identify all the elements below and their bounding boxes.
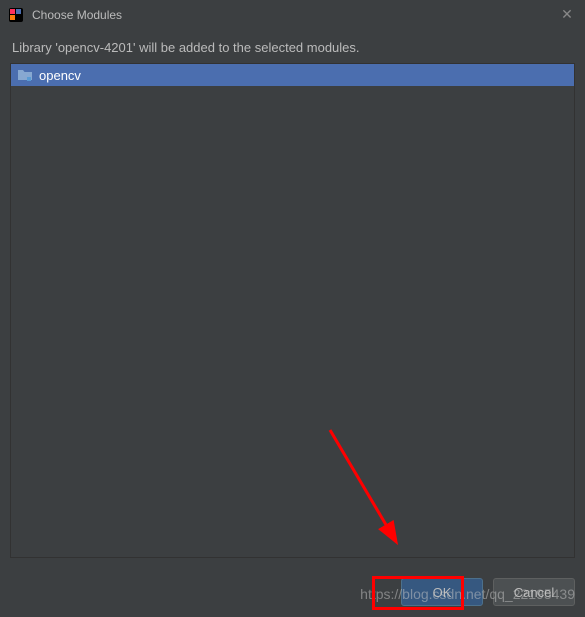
ok-button[interactable]: OK bbox=[401, 578, 483, 606]
cancel-button[interactable]: Cancel bbox=[493, 578, 575, 606]
description-text: Library 'opencv-4201' will be added to t… bbox=[10, 40, 575, 55]
module-item-opencv[interactable]: opencv bbox=[11, 64, 574, 86]
titlebar: Choose Modules ✕ bbox=[0, 0, 585, 30]
folder-icon bbox=[17, 67, 33, 83]
window-title: Choose Modules bbox=[32, 8, 122, 22]
close-icon[interactable]: ✕ bbox=[559, 7, 575, 23]
module-item-label: opencv bbox=[39, 68, 81, 83]
app-icon bbox=[8, 7, 24, 23]
module-list[interactable]: opencv bbox=[10, 63, 575, 558]
button-bar: OK Cancel bbox=[0, 568, 585, 606]
content-area: Library 'opencv-4201' will be added to t… bbox=[0, 30, 585, 568]
